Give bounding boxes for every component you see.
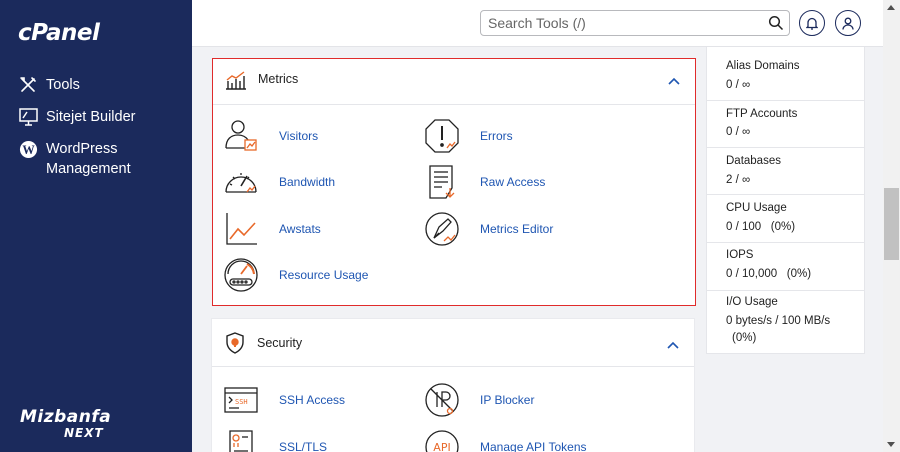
ssh-access-icon: SSH bbox=[224, 387, 258, 413]
svg-text:W: W bbox=[22, 142, 35, 156]
search-icon[interactable] bbox=[768, 15, 784, 31]
panel-title: Security bbox=[257, 336, 303, 350]
tool-errors[interactable]: Errors bbox=[424, 118, 513, 154]
stat-label: IOPS bbox=[726, 249, 754, 261]
tool-label: Errors bbox=[480, 129, 513, 143]
tool-ip-blocker[interactable]: IP Blocker bbox=[424, 382, 534, 418]
stats-panel: Alias Domains 0 / ∞ FTP Accounts 0 / ∞ D… bbox=[706, 47, 865, 354]
ssl-tls-icon bbox=[229, 430, 253, 452]
tool-awstats[interactable]: Awstats bbox=[223, 211, 321, 247]
metrics-panel-header[interactable]: Metrics bbox=[213, 59, 695, 105]
stat-value: 0 / ∞ bbox=[726, 126, 751, 138]
tool-label: SSH Access bbox=[279, 393, 346, 407]
tool-resource-usage[interactable]: Resource Usage bbox=[223, 257, 368, 293]
tool-raw-access[interactable]: Raw Access bbox=[424, 164, 545, 200]
chevron-up-icon[interactable] bbox=[666, 338, 680, 352]
stat-ftp-accounts: FTP Accounts 0 / ∞ bbox=[707, 101, 864, 148]
bandwidth-icon bbox=[225, 173, 257, 193]
tool-label: Bandwidth bbox=[279, 175, 336, 189]
sidebar: cPanel Tools Sitejet Builder W WordPress… bbox=[0, 0, 192, 452]
stat-iops: IOPS 0 / 10,000 (0%) bbox=[707, 243, 864, 291]
tool-visitors[interactable]: Visitors bbox=[223, 118, 318, 154]
sidebar-item-sitejet[interactable]: Sitejet Builder bbox=[18, 107, 135, 127]
tool-label: SSL/TLS bbox=[279, 440, 328, 452]
stat-value: 0 / 100 (0%) bbox=[726, 221, 796, 233]
tool-ssl-tls[interactable]: SSL/TLS bbox=[223, 429, 327, 452]
metrics-icon bbox=[226, 71, 246, 90]
stat-value: 0 / ∞ bbox=[726, 79, 751, 91]
stat-cpu-usage: CPU Usage 0 / 100 (0%) bbox=[707, 195, 864, 243]
search-box bbox=[480, 10, 790, 36]
sidebar-item-tools[interactable]: Tools bbox=[18, 75, 80, 95]
security-panel-header[interactable]: Security bbox=[212, 319, 694, 367]
visitors-icon bbox=[225, 120, 257, 151]
security-panel: Security SSH SSH Access IP Blocker SSL/T… bbox=[211, 318, 695, 452]
shield-icon bbox=[226, 332, 244, 354]
tool-manage-api-tokens[interactable]: API Manage API Tokens bbox=[424, 429, 587, 452]
tool-label: Metrics Editor bbox=[480, 222, 554, 236]
sidebar-item-label: Sitejet Builder bbox=[46, 109, 136, 125]
sidebar-item-label: WordPress Management bbox=[46, 141, 131, 177]
stat-databases: Databases 2 / ∞ bbox=[707, 148, 864, 195]
tool-label: Manage API Tokens bbox=[480, 440, 587, 452]
metrics-editor-icon bbox=[425, 212, 459, 246]
page-scrollbar[interactable] bbox=[883, 0, 900, 452]
svg-text:SSH: SSH bbox=[235, 398, 248, 406]
stat-value: 0 bytes/s / 100 MB/s bbox=[726, 315, 831, 327]
tool-label: Awstats bbox=[279, 222, 321, 236]
stat-label: I/O Usage bbox=[726, 296, 778, 308]
metrics-panel: Metrics Visitors Errors Bandwidth Raw Ac… bbox=[212, 58, 696, 306]
stat-label: Alias Domains bbox=[726, 60, 800, 72]
panel-title: Metrics bbox=[258, 72, 299, 86]
stat-label: FTP Accounts bbox=[726, 108, 798, 120]
stat-value: 2 / ∞ bbox=[726, 174, 751, 186]
scroll-down-arrow[interactable] bbox=[887, 442, 895, 447]
api-tokens-icon: API bbox=[425, 430, 459, 452]
stat-io-usage: I/O Usage 0 bytes/s / 100 MB/s (0%) bbox=[707, 291, 864, 354]
notifications-button[interactable] bbox=[799, 10, 825, 36]
user-menu-button[interactable] bbox=[835, 10, 861, 36]
header bbox=[192, 0, 883, 47]
tool-metrics-editor[interactable]: Metrics Editor bbox=[424, 211, 553, 247]
scroll-thumb[interactable] bbox=[884, 188, 899, 260]
user-icon bbox=[842, 17, 854, 30]
errors-icon bbox=[425, 119, 459, 153]
sidebar-item-wordpress[interactable]: W WordPress Management bbox=[18, 139, 131, 179]
bell-icon bbox=[806, 17, 818, 30]
scroll-up-arrow[interactable] bbox=[887, 5, 895, 10]
stat-label: CPU Usage bbox=[726, 202, 787, 214]
monitor-icon bbox=[18, 107, 38, 127]
tool-ssh-access[interactable]: SSH SSH Access bbox=[223, 382, 345, 418]
stat-label: Databases bbox=[726, 155, 781, 167]
chevron-up-icon[interactable] bbox=[667, 74, 681, 88]
tool-label: Visitors bbox=[279, 129, 319, 143]
cpanel-logo[interactable]: cPanel bbox=[18, 20, 100, 46]
tool-label: Resource Usage bbox=[279, 268, 369, 282]
tool-label: IP Blocker bbox=[480, 393, 535, 407]
stat-value-percent: (0%) bbox=[732, 332, 757, 344]
tools-icon bbox=[18, 75, 38, 95]
brand-logo: Mizbanfa NEXT bbox=[20, 407, 112, 440]
stat-value: 0 / 10,000 (0%) bbox=[726, 268, 812, 280]
tool-bandwidth[interactable]: Bandwidth bbox=[223, 164, 335, 200]
tool-label: Raw Access bbox=[480, 175, 546, 189]
search-input[interactable] bbox=[481, 11, 761, 35]
ip-blocker-icon bbox=[425, 383, 459, 417]
raw-access-icon bbox=[429, 165, 455, 199]
stat-alias-domains: Alias Domains 0 / ∞ bbox=[707, 47, 864, 101]
svg-text:API: API bbox=[433, 441, 450, 452]
awstats-icon bbox=[226, 213, 257, 245]
sidebar-item-label: Tools bbox=[46, 77, 80, 93]
resource-usage-icon bbox=[224, 258, 258, 292]
wordpress-icon: W bbox=[18, 139, 38, 159]
